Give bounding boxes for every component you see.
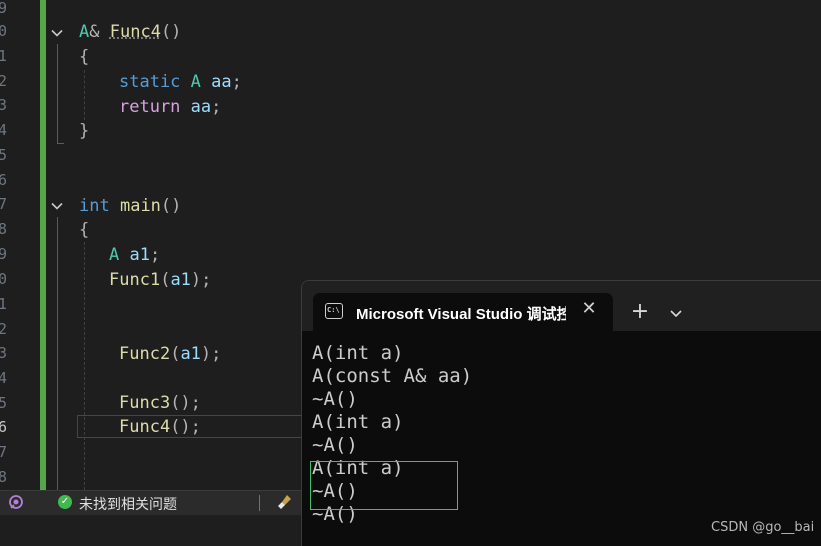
code-line[interactable]: { (79, 45, 89, 69)
no-issues-check-icon[interactable]: ✓ (58, 495, 72, 509)
variable-token: aa (190, 97, 212, 117)
line-number: 1 (0, 295, 8, 313)
new-tab-plus-icon[interactable]: + (628, 301, 652, 325)
tab-debug-console[interactable]: C:\ Microsoft Visual Studio 调试控 ✕ (313, 293, 613, 331)
punct-token: ; (231, 72, 242, 92)
line-number: 9 (0, 245, 8, 263)
punct-token: { (79, 47, 90, 67)
line-number: 9 (0, 0, 8, 17)
console-output-line: ~A() (312, 434, 358, 456)
code-line[interactable]: A& Func4() (79, 20, 181, 44)
line-number: 4 (0, 121, 8, 139)
punct-token: ); (190, 270, 212, 290)
punct-token: ); (200, 344, 222, 364)
fold-chevron-icon[interactable] (49, 25, 65, 41)
debug-console-window[interactable]: C:\ Microsoft Visual Studio 调试控 ✕ + A(in… (301, 280, 821, 546)
type-token: A (109, 245, 120, 265)
code-cleanup-brush-icon[interactable] (276, 493, 294, 511)
punct-token: ( (170, 344, 181, 364)
code-line[interactable]: Func3(); (119, 391, 201, 415)
code-line[interactable]: Func4(); (119, 415, 201, 439)
code-line[interactable]: { (79, 218, 89, 242)
line-number-active: 6 (0, 418, 8, 436)
line-number: 8 (0, 220, 8, 238)
code-line[interactable]: Func2(a1); (119, 342, 221, 366)
variable-token: a1 (170, 270, 191, 290)
function-name-token: Func4 (119, 417, 171, 437)
fold-chevron-icon[interactable] (49, 198, 65, 214)
line-number: 6 (0, 171, 8, 189)
keyword-token: int (79, 196, 110, 216)
variable-token: aa (211, 72, 232, 92)
code-line[interactable]: static A aa; (119, 70, 242, 94)
code-line[interactable]: } (79, 119, 89, 143)
terminal-tab-strip: C:\ Microsoft Visual Studio 调试控 ✕ + (302, 281, 821, 331)
keyword-token: static (119, 72, 181, 92)
chevron-down-icon[interactable] (666, 303, 686, 323)
variable-token: a1 (129, 245, 150, 265)
line-number: 7 (0, 195, 8, 213)
punct-token: ; (211, 97, 222, 117)
punct-token: } (79, 121, 90, 141)
function-name-token: Func3 (119, 393, 171, 413)
punct-token: ( (160, 270, 171, 290)
punct-token: (); (170, 393, 201, 413)
line-number: 2 (0, 72, 8, 90)
code-line[interactable]: return aa; (119, 95, 221, 119)
line-number: 1 (0, 47, 8, 65)
keyword-token: return (119, 97, 181, 117)
issues-status-text[interactable]: 未找到相关问题 (79, 494, 177, 514)
editor-bottom-area (0, 515, 301, 545)
scope-guide (57, 217, 58, 490)
function-name-token: main (119, 196, 161, 216)
line-number: 7 (0, 443, 8, 461)
variable-token: a1 (180, 344, 201, 364)
line-number: 5 (0, 394, 8, 412)
tab-title: Microsoft Visual Studio 调试控 (356, 306, 566, 323)
line-number: 8 (0, 468, 8, 486)
line-number: 3 (0, 96, 8, 114)
line-number: 3 (0, 344, 8, 362)
scope-guide-end (57, 143, 64, 144)
console-output-line: ~A() (312, 388, 358, 410)
indent-guide (84, 70, 85, 120)
line-number: 2 (0, 320, 8, 338)
type-token: A (190, 72, 201, 92)
code-line[interactable]: Func1(a1); (109, 268, 211, 292)
line-number: 5 (0, 146, 8, 164)
close-tab-icon[interactable]: ✕ (579, 299, 599, 319)
scope-guide (57, 44, 58, 144)
editor-status-bar: ✓ 未找到相关问题 (0, 490, 301, 515)
status-divider (259, 495, 260, 511)
console-output-line: A(const A& aa) (312, 365, 473, 387)
punct-token: & (89, 22, 100, 42)
code-line[interactable]: int main() (79, 194, 181, 218)
highlight-rectangle (310, 461, 458, 510)
console-output-line: A(int a) (312, 411, 404, 433)
intellicode-icon[interactable] (8, 494, 24, 510)
punct-token: () (160, 22, 182, 42)
console-app-icon: C:\ (325, 303, 343, 319)
punct-token: () (160, 196, 182, 216)
function-name-token: Func1 (109, 270, 161, 290)
punct-token: { (79, 220, 90, 240)
punct-token: (); (170, 417, 201, 437)
function-name-token: Func2 (119, 344, 171, 364)
line-number: 0 (0, 22, 8, 40)
change-tracking-bar (40, 0, 46, 490)
line-number: 4 (0, 369, 8, 387)
console-output-line: A(int a) (312, 342, 404, 364)
code-line[interactable]: A a1; (109, 243, 160, 267)
indent-guide (84, 242, 85, 490)
type-token: A (79, 22, 90, 42)
watermark-text: CSDN @go__bai (711, 520, 815, 535)
function-name-token: Func4 (109, 22, 161, 42)
punct-token: ; (149, 245, 161, 265)
line-number: 0 (0, 270, 8, 288)
